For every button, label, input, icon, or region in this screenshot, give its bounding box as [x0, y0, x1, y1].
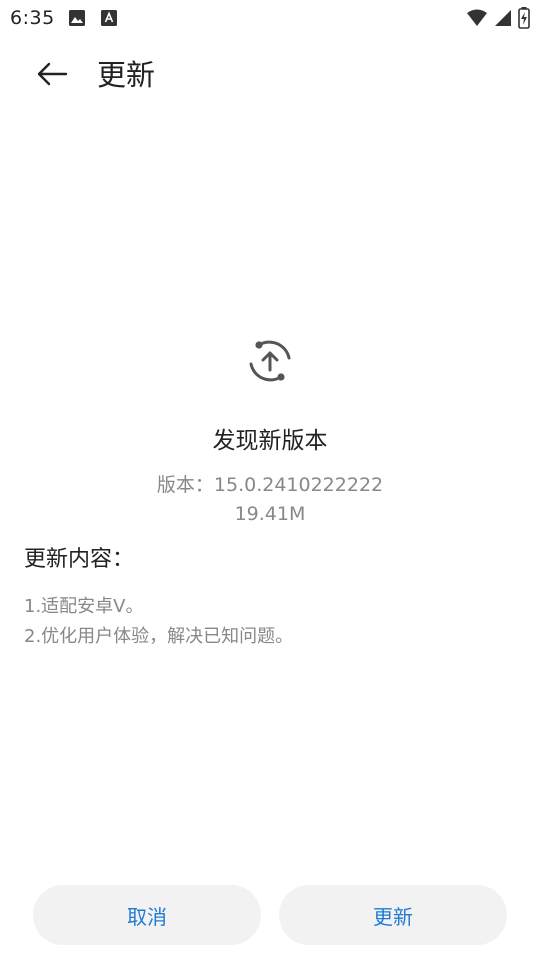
version-info: 版本：15.0.2410222222 — [0, 471, 540, 499]
cell-signal-icon — [494, 9, 512, 31]
page-title: 更新 — [97, 58, 156, 92]
changelog-item: 1.适配安卓V。 — [24, 596, 144, 617]
version-value: 15.0.2410222222 — [213, 474, 384, 496]
cancel-button[interactable]: 取消 — [33, 885, 261, 945]
update-screen: 6:35 更新 发现新版本 版本：15.0.2410222222 19.41M … — [0, 0, 540, 960]
wifi-icon — [466, 9, 488, 31]
version-label: 版本： — [156, 474, 214, 496]
update-upload-icon — [245, 336, 295, 386]
battery-charging-icon — [518, 7, 530, 33]
status-left-icons — [68, 9, 118, 31]
app-bar: 更新 — [0, 44, 540, 108]
changelog-item: 2.优化用户体验，解决已知问题。 — [24, 626, 294, 647]
status-bar: 6:35 — [0, 0, 540, 36]
image-icon — [68, 9, 86, 31]
changelog-list: 1.适配安卓V。 2.优化用户体验，解决已知问题。 — [24, 592, 293, 652]
status-time: 6:35 — [10, 7, 55, 29]
arrow-left-icon — [36, 62, 68, 90]
back-button[interactable] — [30, 56, 74, 96]
update-button[interactable]: 更新 — [279, 885, 507, 945]
changelog-title: 更新内容： — [24, 547, 135, 572]
font-icon — [100, 9, 118, 31]
status-right-icons — [466, 7, 530, 33]
package-size: 19.41M — [234, 503, 306, 525]
new-version-headline: 发现新版本 — [212, 428, 328, 454]
